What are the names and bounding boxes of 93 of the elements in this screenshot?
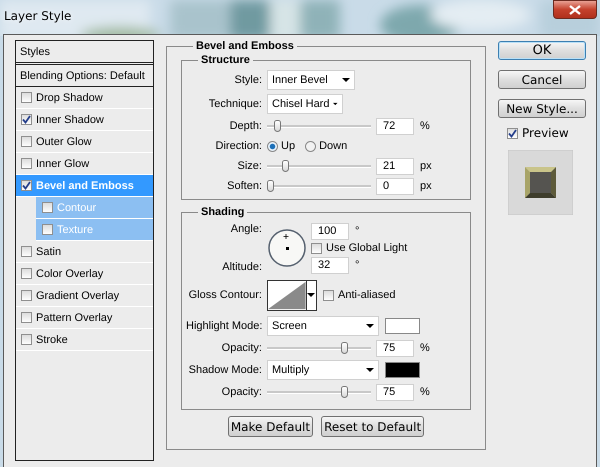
unit-label: %: [420, 386, 430, 398]
group-title: Structure: [200, 54, 251, 66]
checkbox[interactable]: [42, 202, 53, 213]
dropdown[interactable]: Multiply: [267, 360, 379, 380]
checkmark-icon: [22, 181, 31, 190]
checkbox[interactable]: [21, 92, 32, 103]
field-label: Soften:: [226, 180, 262, 192]
altitude-field[interactable]: 32: [311, 256, 349, 274]
style-list-item[interactable]: Outer Glow: [16, 131, 153, 153]
checkbox[interactable]: [21, 246, 32, 257]
radio-option[interactable]: Down: [305, 140, 348, 152]
checkbox[interactable]: [311, 242, 322, 254]
field-label: Size:: [236, 160, 262, 172]
caret-icon: [307, 293, 316, 297]
slider-thumb[interactable]: [274, 120, 281, 132]
dropdown[interactable]: Screen: [267, 316, 379, 336]
dialog-button[interactable]: Cancel: [498, 70, 586, 89]
checkbox[interactable]: [21, 136, 32, 147]
unit-label: °: [355, 259, 360, 271]
style-list-item[interactable]: Satin: [16, 241, 153, 263]
field-label: Style:: [233, 74, 262, 86]
contour-curve-icon: [268, 280, 306, 310]
unit-label: px: [420, 160, 432, 172]
field-label: Opacity:: [220, 386, 262, 398]
checkbox[interactable]: [21, 312, 32, 323]
radio-button[interactable]: [305, 140, 316, 152]
value-field[interactable]: 75: [376, 340, 414, 356]
value-field[interactable]: 75: [376, 384, 414, 400]
style-list-item[interactable]: Color Overlay: [16, 263, 153, 285]
checkbox[interactable]: [42, 224, 53, 235]
checkmark-icon: [508, 128, 517, 138]
value-field[interactable]: 21: [376, 158, 414, 174]
unit-label: %: [420, 342, 430, 354]
close-button[interactable]: [553, 0, 597, 19]
checkbox-option[interactable]: Preview: [507, 126, 586, 140]
style-list-item[interactable]: Inner Shadow: [16, 109, 153, 131]
style-list-item[interactable]: Blending Options: Default: [16, 65, 153, 87]
value-field[interactable]: 0: [376, 178, 414, 194]
panel-button[interactable]: Reset to Default: [321, 416, 424, 437]
caret-icon: [366, 368, 374, 372]
angle-field[interactable]: 100: [311, 222, 349, 240]
slider-thumb[interactable]: [340, 386, 348, 398]
checkbox-option[interactable]: Anti-aliased: [323, 289, 396, 301]
unit-label: px: [420, 180, 432, 192]
radio-button[interactable]: [267, 140, 278, 152]
unit-label: %: [420, 120, 430, 132]
dropdown[interactable]: Chisel Hard: [267, 94, 343, 114]
caret-icon: [333, 102, 338, 106]
checkbox[interactable]: [21, 158, 32, 169]
close-icon: [569, 4, 581, 14]
field-label: Technique:: [208, 98, 262, 110]
checkbox[interactable]: [21, 290, 32, 301]
value-field[interactable]: 72: [376, 118, 414, 134]
dialog-button[interactable]: OK: [498, 41, 586, 60]
checkbox-option[interactable]: Use Global Light: [311, 242, 408, 254]
field-label: Depth:: [228, 120, 262, 132]
field-label: Opacity:: [220, 342, 262, 354]
style-list-item[interactable]: Drop Shadow: [16, 87, 153, 109]
unit-label: °: [355, 225, 360, 237]
slider-thumb[interactable]: [267, 180, 274, 192]
style-list-item[interactable]: Gradient Overlay: [16, 285, 153, 307]
field-label: Altitude:: [221, 261, 262, 273]
window-title: Layer Style: [4, 9, 72, 23]
color-swatch[interactable]: [385, 318, 420, 334]
group-title: Bevel and Emboss: [195, 40, 295, 52]
style-list-item[interactable]: Pattern Overlay: [16, 307, 153, 329]
checkbox[interactable]: [21, 180, 32, 191]
field-label: Angle:: [230, 223, 262, 235]
contour-picker[interactable]: [267, 280, 317, 310]
angle-dial[interactable]: [267, 228, 307, 268]
checkmark-icon: [22, 115, 31, 124]
color-swatch[interactable]: [385, 362, 420, 378]
group-title: Shading: [200, 206, 246, 218]
slider-thumb[interactable]: [340, 342, 348, 354]
field-label: Gloss Contour:: [188, 289, 262, 301]
dropdown[interactable]: Inner Bevel: [267, 70, 355, 90]
style-list-item[interactable]: Stroke: [16, 329, 153, 351]
checkbox[interactable]: [21, 334, 32, 345]
preview-thumbnail: [508, 150, 573, 215]
field-label: Direction:: [214, 140, 262, 152]
field-label: Highlight Mode:: [186, 320, 262, 332]
slider-thumb[interactable]: [282, 160, 289, 172]
caret-icon: [366, 324, 374, 328]
panel-button[interactable]: Make Default: [228, 416, 314, 437]
checkbox[interactable]: [21, 114, 32, 125]
field-label: Shadow Mode:: [188, 364, 262, 376]
checkbox[interactable]: [21, 268, 32, 279]
caret-icon: [342, 78, 350, 82]
radio-option[interactable]: Up: [267, 140, 296, 152]
checkbox[interactable]: [507, 128, 518, 138]
checkbox[interactable]: [323, 290, 334, 300]
dialog-button[interactable]: New Style...: [498, 99, 586, 118]
style-list-item[interactable]: Styles: [16, 41, 153, 65]
